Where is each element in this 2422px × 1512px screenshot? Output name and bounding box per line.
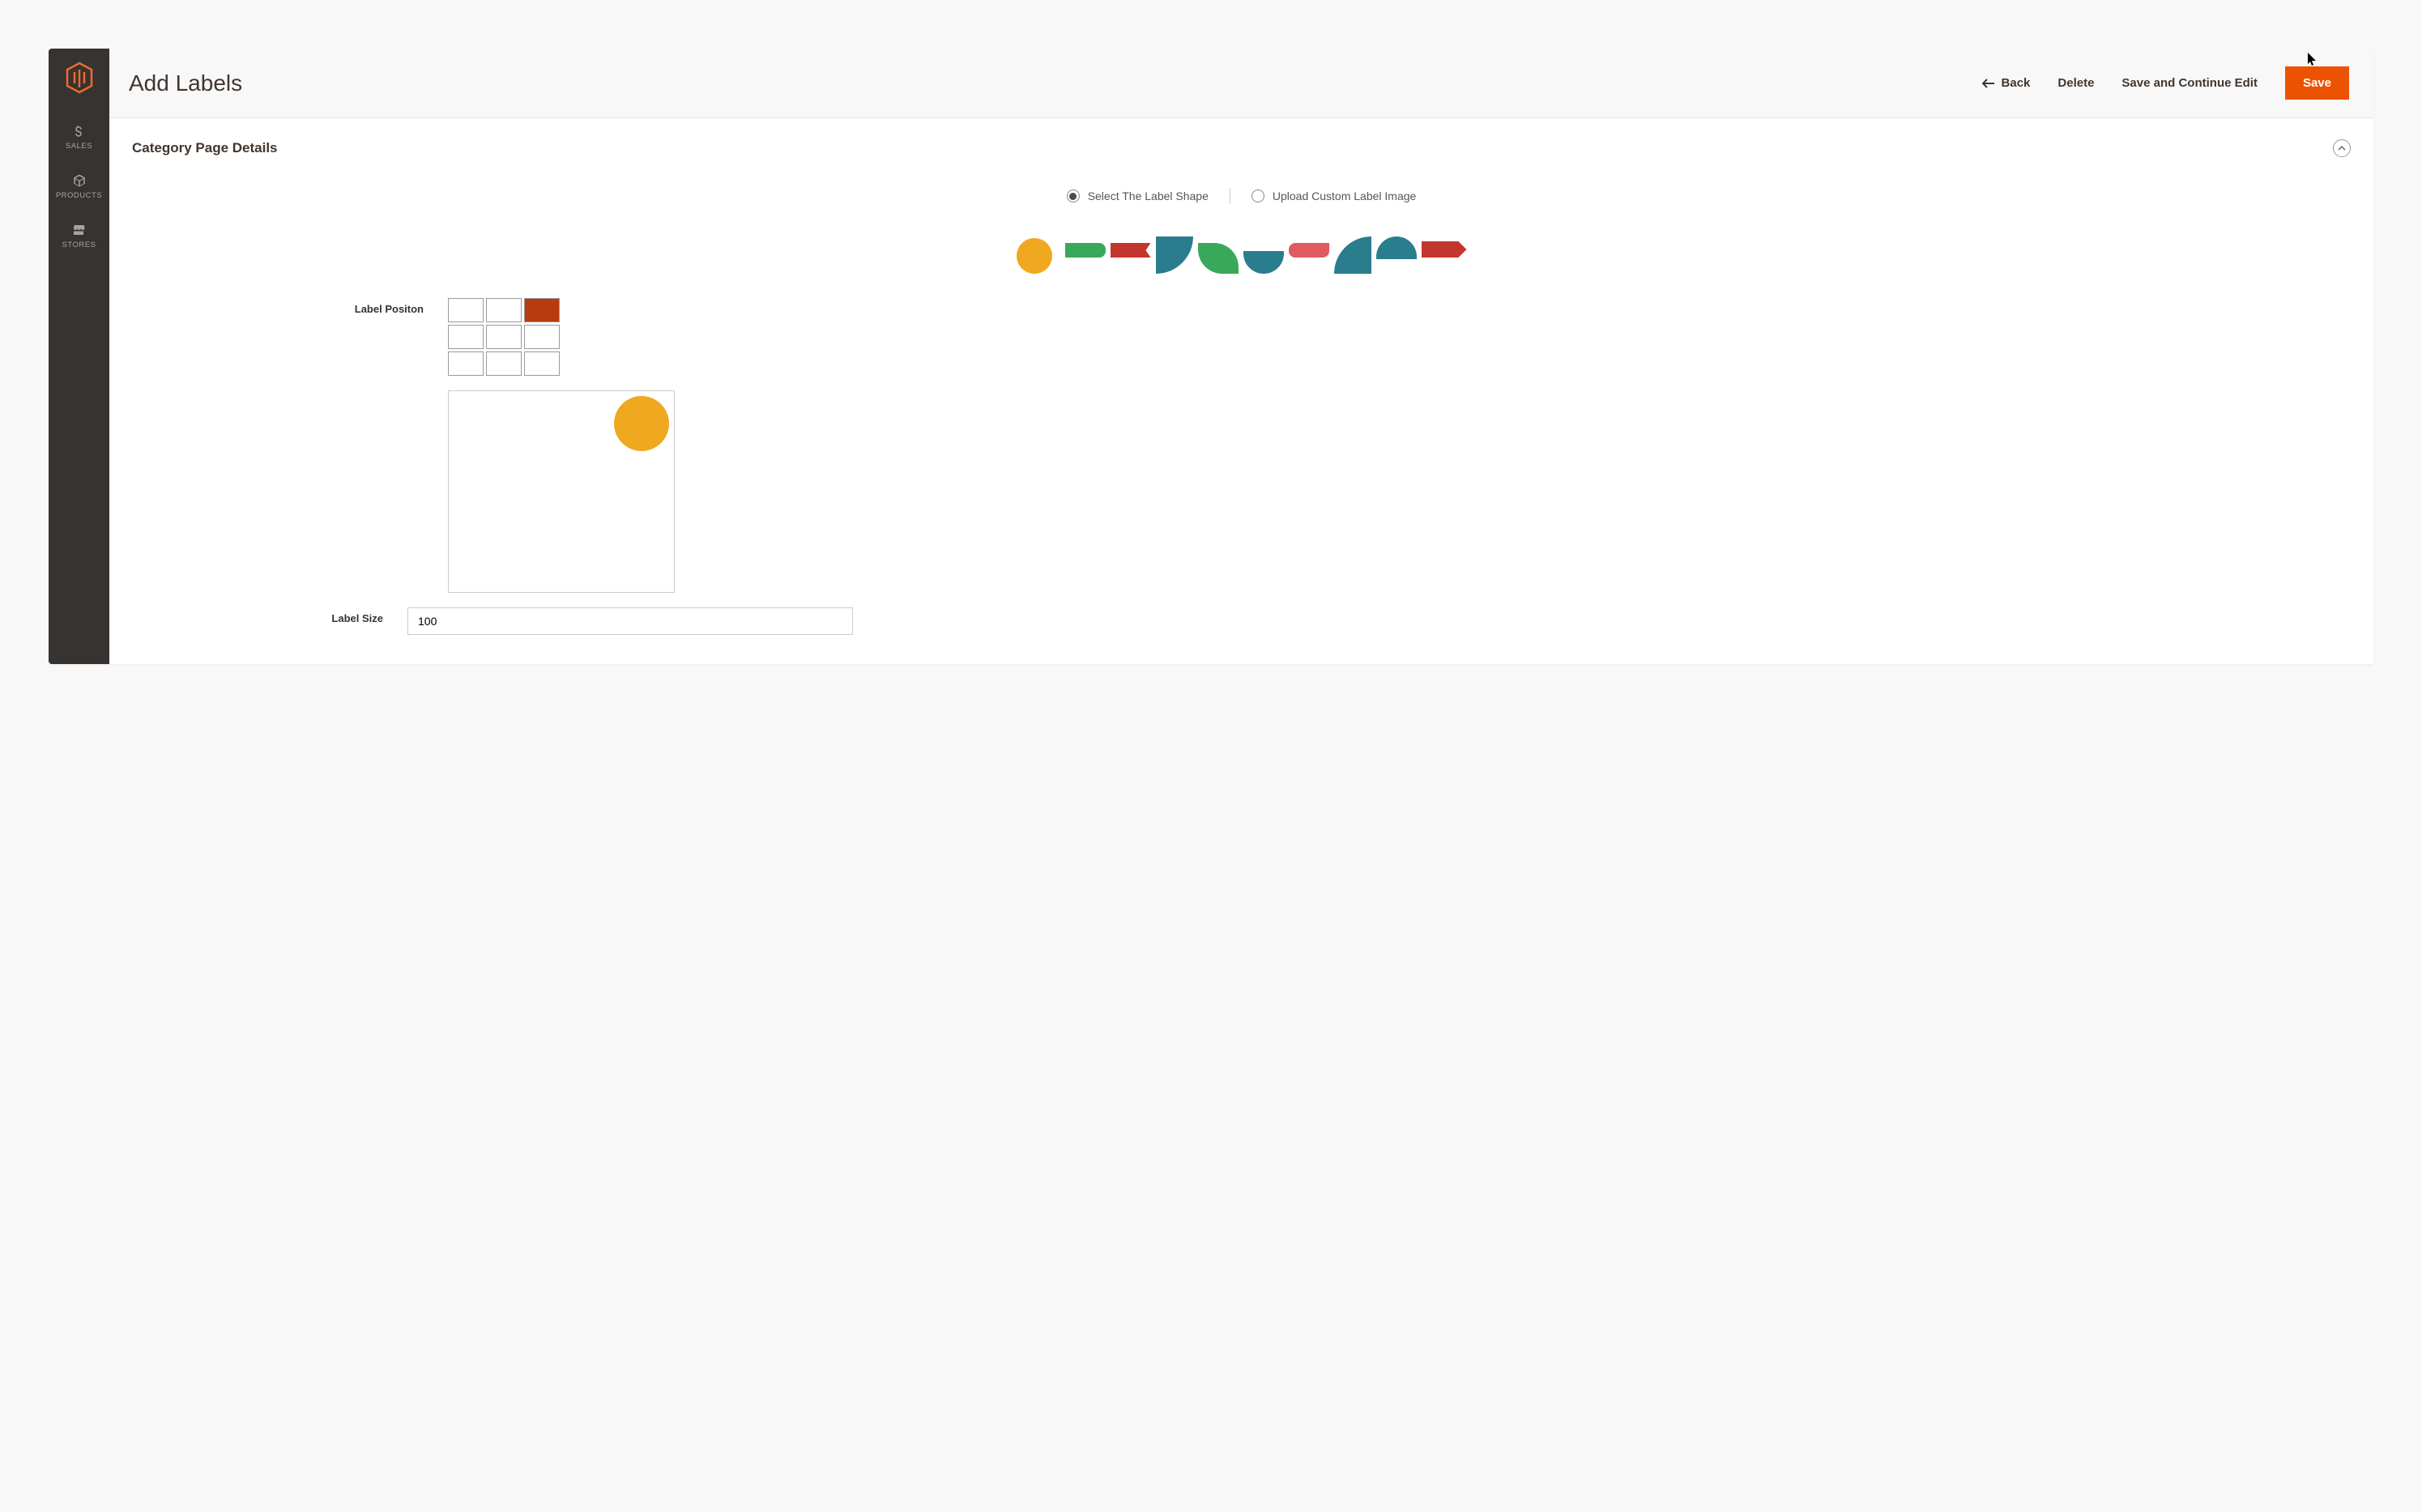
content: Category Page Details Select The Label S…: [109, 118, 2373, 664]
shape-arrow[interactable]: [1422, 241, 1467, 258]
app-frame: SALES PRODUCTS STORES Add Labels Back De…: [49, 49, 2373, 664]
delete-button[interactable]: Delete: [2057, 76, 2094, 90]
position-cell-7[interactable]: [486, 351, 522, 376]
position-cell-0[interactable]: [448, 298, 484, 322]
sidebar-item-stores[interactable]: STORES: [62, 223, 96, 249]
cube-icon: [72, 173, 87, 188]
shape-flag[interactable]: [1111, 243, 1151, 258]
sidebar: SALES PRODUCTS STORES: [49, 49, 109, 664]
shape-circle[interactable]: [1017, 238, 1052, 274]
mouse-cursor-icon: [2307, 52, 2318, 66]
section-header: Category Page Details: [132, 130, 2351, 168]
sidebar-item-label: SALES: [66, 142, 92, 151]
position-cell-6[interactable]: [448, 351, 484, 376]
sidebar-item-label: STORES: [62, 241, 96, 249]
position-cell-1[interactable]: [486, 298, 522, 322]
radio-label: Select The Label Shape: [1088, 190, 1209, 202]
row-label-size: Label Size: [132, 607, 2351, 635]
sidebar-item-sales[interactable]: SALES: [66, 124, 92, 151]
shape-tab[interactable]: [1289, 243, 1329, 258]
titlebar-actions: Back Delete Save and Continue Edit Save: [1982, 66, 2349, 100]
main: Add Labels Back Delete Save and Continue…: [109, 49, 2373, 664]
radio-dot-icon: [1252, 190, 1264, 202]
position-cell-2[interactable]: [524, 298, 560, 322]
shape-half-bottom[interactable]: [1243, 251, 1284, 274]
radio-dot-icon: [1067, 190, 1080, 202]
shape-quarter-tl[interactable]: [1334, 236, 1371, 274]
position-cell-5[interactable]: [524, 325, 560, 349]
radio-label: Upload Custom Label Image: [1273, 190, 1416, 202]
dollar-icon: [71, 124, 86, 138]
chevron-up-icon: [2338, 146, 2346, 151]
magento-logo-icon: [65, 62, 94, 98]
store-icon: [71, 223, 86, 237]
label-position-label: Label Positon: [132, 298, 424, 315]
shape-quarter-br[interactable]: [1156, 236, 1193, 274]
back-button[interactable]: Back: [1982, 76, 2031, 90]
position-cell-4[interactable]: [486, 325, 522, 349]
radio-upload-image[interactable]: Upload Custom Label Image: [1252, 190, 1416, 202]
sidebar-item-products[interactable]: PRODUCTS: [56, 173, 102, 200]
label-source-radio-group: Select The Label Shape Upload Custom Lab…: [132, 188, 2351, 204]
shape-half-top[interactable]: [1376, 236, 1417, 259]
page-title: Add Labels: [129, 70, 1982, 96]
row-label-position: Label Positon: [132, 298, 2351, 376]
collapse-button[interactable]: [2333, 139, 2351, 157]
shape-bar[interactable]: [1065, 243, 1106, 258]
back-button-label: Back: [2002, 76, 2031, 90]
save-button[interactable]: Save: [2285, 66, 2349, 100]
position-grid: [448, 298, 560, 376]
shape-picker: [132, 228, 2351, 274]
position-cell-8[interactable]: [524, 351, 560, 376]
arrow-left-icon: [1982, 79, 1995, 88]
radio-select-shape[interactable]: Select The Label Shape: [1067, 190, 1209, 202]
save-continue-button[interactable]: Save and Continue Edit: [2121, 76, 2258, 90]
titlebar: Add Labels Back Delete Save and Continue…: [109, 49, 2373, 118]
section-title: Category Page Details: [132, 140, 278, 156]
label-preview: [448, 390, 675, 593]
row-preview: [132, 390, 2351, 593]
label-size-input[interactable]: [407, 607, 853, 635]
label-size-label: Label Size: [132, 607, 383, 624]
sidebar-item-label: PRODUCTS: [56, 191, 102, 200]
position-cell-3[interactable]: [448, 325, 484, 349]
shape-leaf[interactable]: [1198, 243, 1239, 274]
preview-label-circle-icon: [614, 396, 669, 451]
